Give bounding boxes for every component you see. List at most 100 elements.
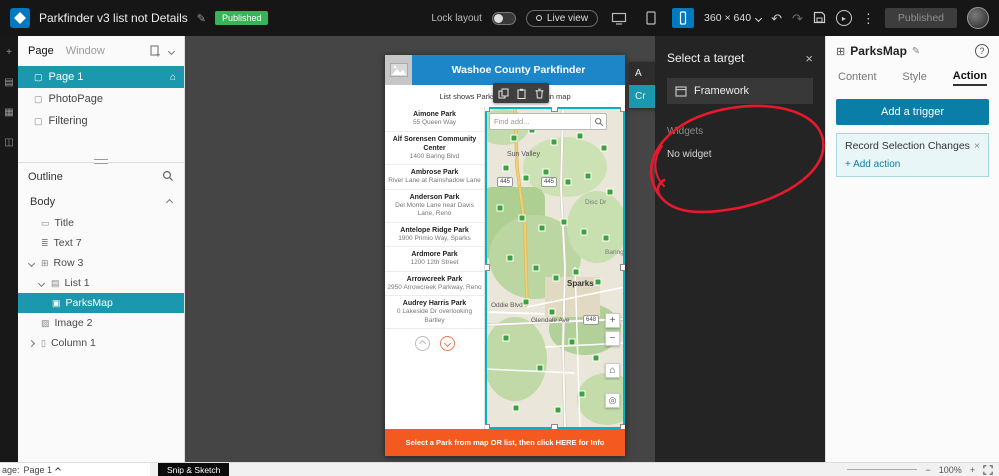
resize-handle[interactable] — [485, 424, 490, 429]
map-home-button[interactable]: ⌂ — [605, 363, 620, 378]
expand-caret[interactable] — [26, 341, 36, 346]
park-list-item[interactable]: Ardmore Park 1200 12th Street — [385, 247, 484, 272]
redo-button[interactable]: ↷ — [792, 12, 803, 25]
widget-settings-tabs: Content Style Action — [826, 66, 999, 90]
outline-item-column1[interactable]: ▯ Column 1 — [18, 333, 184, 353]
app-logo-icon[interactable] — [10, 8, 30, 28]
park-list-item[interactable]: Arrowcreek Park 2950 Arrowcreek Parkway,… — [385, 272, 484, 297]
resize-handle[interactable] — [485, 107, 490, 112]
undo-button[interactable]: ↶ — [771, 12, 782, 25]
outline-item-row3[interactable]: ⊞ Row 3 — [18, 253, 184, 273]
live-view-button[interactable]: Live view — [526, 10, 598, 27]
page-up-button[interactable] — [415, 336, 430, 351]
resize-handle[interactable] — [551, 424, 558, 429]
phone-preview: Washoe County Parkfinder List shows Park… — [385, 55, 625, 456]
map-label-sun-valley: Sun Valley — [507, 151, 540, 158]
data-panel-icon[interactable]: ▦ — [4, 108, 13, 118]
preview-button[interactable]: ▸ — [836, 10, 852, 26]
park-list-item[interactable]: Anderson Park Del Monte Lane near Davis … — [385, 190, 484, 223]
zoom-level: 100% — [939, 465, 962, 475]
image-widget-thumbnail[interactable] — [385, 55, 412, 85]
outline-body-row[interactable]: Body — [18, 191, 184, 213]
park-list-item[interactable]: Antelope Ridge Park 1900 Primio Way, Spa… — [385, 223, 484, 248]
duplicate-widget-button[interactable] — [495, 85, 511, 101]
outline-item-image2[interactable]: ▨ Image 2 — [18, 313, 184, 333]
zoom-in-button[interactable]: + — [970, 465, 975, 475]
tab-style[interactable]: Style — [902, 71, 926, 85]
more-options-button[interactable]: ⋮ — [862, 12, 875, 25]
map-zoom-out-button[interactable]: − — [605, 331, 620, 346]
delete-widget-button[interactable] — [531, 85, 547, 101]
page-selector[interactable]: age: Page 1 — [0, 465, 60, 475]
save-button[interactable] — [813, 11, 826, 26]
page-item-label: Filtering — [49, 115, 88, 127]
target-framework-item[interactable]: Framework — [667, 78, 813, 104]
menu-item-highlighted[interactable]: Cr — [629, 85, 655, 108]
add-action-link[interactable]: + Add action — [845, 159, 980, 170]
theme-panel-icon[interactable]: ◫ — [4, 138, 13, 148]
add-page-icon[interactable] — [150, 45, 161, 57]
fit-to-window-icon[interactable] — [983, 465, 993, 475]
add-widget-icon[interactable]: + — [6, 48, 12, 58]
park-list-item[interactable]: Alf Sorensen Community Center 1400 Barin… — [385, 132, 484, 166]
resize-handle[interactable] — [620, 264, 625, 271]
lock-layout-toggle[interactable] — [492, 12, 516, 25]
design-canvas[interactable]: Washoe County Parkfinder List shows Park… — [185, 36, 655, 462]
add-trigger-button[interactable]: Add a trigger — [836, 99, 989, 125]
expand-caret[interactable] — [26, 261, 36, 266]
map-locate-button[interactable]: ◎ — [605, 393, 620, 408]
widget-settings-header: ⊞ ParksMap ✎ ? — [826, 36, 999, 66]
tab-action[interactable]: Action — [953, 70, 987, 86]
outline-item-title[interactable]: ▭ Title — [18, 213, 184, 233]
resize-handle[interactable] — [551, 107, 558, 112]
tab-page[interactable]: Page — [28, 45, 54, 57]
viewport-size-dropdown[interactable]: 360 × 640 — [704, 12, 761, 24]
tab-content[interactable]: Content — [838, 71, 877, 85]
page-panel-icon[interactable]: ▤ — [4, 78, 13, 88]
help-icon[interactable]: ? — [975, 44, 989, 58]
zoom-slider[interactable] — [847, 469, 917, 470]
outline-item-parksmap[interactable]: ▣ ParksMap — [18, 293, 184, 313]
tab-window[interactable]: Window — [66, 45, 105, 57]
page-down-button[interactable] — [440, 336, 455, 351]
publish-button[interactable]: Published — [885, 8, 957, 28]
parksmap-widget[interactable]: Find add... 445 445 648 Sun Valley Disc … — [485, 107, 625, 429]
expand-caret[interactable] — [36, 281, 46, 286]
page-item-label: PhotoPage — [49, 93, 103, 105]
outline-tree: ▭ Title ≣ Text 7 ⊞ Row 3 ▤ List 1 — [18, 213, 184, 353]
map-canvas[interactable] — [485, 107, 625, 429]
resize-handle[interactable] — [485, 264, 490, 271]
user-avatar[interactable] — [967, 7, 989, 29]
device-desktop-button[interactable] — [608, 8, 630, 28]
page-item-page1[interactable]: ▢ Page 1 ⌂ — [18, 66, 184, 88]
map-search-button[interactable] — [590, 114, 606, 129]
edit-title-icon[interactable]: ✎ — [197, 12, 206, 25]
trigger-card-header: Record Selection Changes × — [845, 140, 980, 152]
device-tablet-button[interactable] — [640, 8, 662, 28]
park-list-item[interactable]: Ambrose Park River Lane at Rainshadow La… — [385, 165, 484, 190]
body-label: Body — [30, 196, 55, 208]
park-list-item[interactable]: Aimone Park 55 Queen Way — [385, 107, 484, 132]
page-item-photopage[interactable]: ▢ PhotoPage — [18, 88, 184, 110]
menu-item[interactable]: A — [629, 62, 655, 85]
remove-trigger-icon[interactable]: × — [974, 140, 980, 152]
zoom-out-button[interactable]: − — [925, 465, 930, 475]
park-list-item[interactable]: Audrey Harris Park 0 Lakeside Dr overloo… — [385, 296, 484, 329]
rename-widget-icon[interactable]: ✎ — [912, 46, 920, 57]
resize-handle[interactable] — [620, 107, 625, 112]
info-banner[interactable]: Select a Park from map OR list, then cli… — [385, 429, 625, 456]
outline-item-text7[interactable]: ≣ Text 7 — [18, 233, 184, 253]
outline-item-list1[interactable]: ▤ List 1 — [18, 273, 184, 293]
map-search-input[interactable]: Find add... — [489, 113, 607, 130]
snip-sketch-taskbar-window[interactable]: Snip & Sketch — [158, 463, 229, 476]
resize-handle[interactable] — [620, 424, 625, 429]
copy-widget-button[interactable] — [513, 85, 529, 101]
close-icon[interactable]: × — [805, 51, 813, 66]
parks-list-widget: Aimone Park 55 Queen Way Alf Sorensen Co… — [385, 107, 485, 429]
map-zoom-in-button[interactable]: + — [605, 313, 620, 328]
panel-splitter[interactable] — [18, 162, 184, 163]
outline-search-button[interactable] — [162, 170, 174, 185]
page-item-filtering[interactable]: ▢ Filtering — [18, 110, 184, 132]
device-phone-button[interactable] — [672, 8, 694, 28]
chevron-down-icon[interactable] — [168, 47, 175, 54]
